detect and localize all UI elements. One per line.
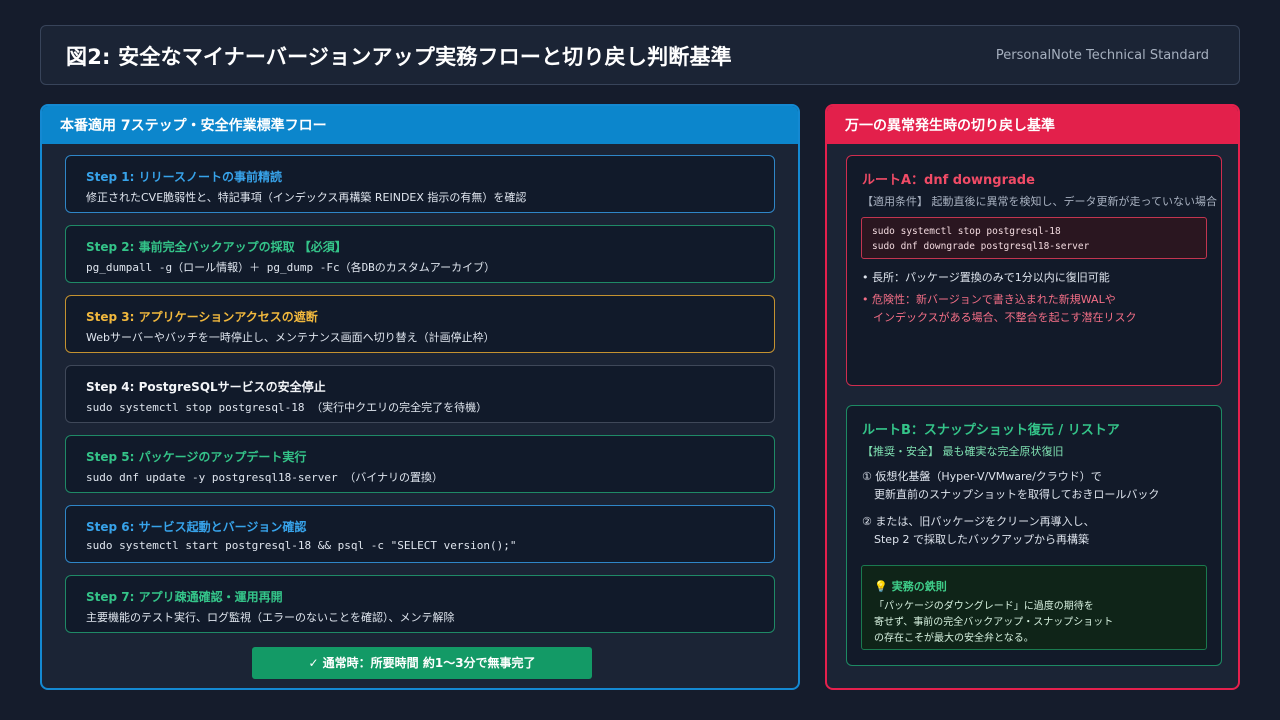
code-line-1: sudo systemctl stop postgresql-18: [872, 226, 1061, 237]
flow-panel-title: 本番適用 7ステップ・安全作業標準フロー: [42, 106, 798, 144]
step-1-card: Step 1: リリースノートの事前精読 修正されたCVE脆弱性と、特記事項（イ…: [65, 155, 775, 213]
step-7-title: Step 7: アプリ疎通確認・運用再開: [86, 590, 283, 604]
standard-flow-panel: 本番適用 7ステップ・安全作業標準フロー Step 1: リリースノートの事前精…: [40, 104, 800, 690]
route-a-risk-line-1: • 危険性：新バージョンで書き込まれた新規WALや: [862, 293, 1116, 306]
route-b-card: ルートB：スナップショット復元 / リストア 【推奨・安全】 最も確実な完全原状…: [846, 405, 1222, 666]
route-a-risk: • 危険性：新バージョンで書き込まれた新規WALや インデックスがある場合、不整…: [862, 291, 1136, 327]
route-a-title: ルートA：dnf downgrade: [862, 173, 1035, 188]
step-5-card: Step 5: パッケージのアップデート実行 sudo dnf update -…: [65, 435, 775, 493]
route-b-option-2-line-2: Step 2 で採取したバックアップから再構築: [874, 533, 1090, 546]
practice-rule-line-1: 「パッケージのダウングレード」に過度の期待を: [874, 601, 1094, 612]
step-6-desc: sudo systemctl start postgresql-18 && ps…: [86, 539, 517, 552]
step-6-title: Step 6: サービス起動とバージョン確認: [86, 520, 307, 534]
step-7-card: Step 7: アプリ疎通確認・運用再開 主要機能のテスト実行、ログ監視（エラー…: [65, 575, 775, 633]
practice-rule-line-2: 寄せず、事前の完全バックアップ・スナップショット: [874, 617, 1114, 628]
step-3-desc: Webサーバーやバッチを一時停止し、メンテナンス画面へ切り替え（計画停止枠）: [86, 331, 495, 344]
completion-banner: ✓ 通常時：所要時間 約1〜3分で無事完了: [252, 647, 592, 679]
code-line-2: sudo dnf downgrade postgresql18-server: [872, 241, 1090, 252]
step-2-card: Step 2: 事前完全バックアップの採取 【必須】 pg_dumpall -g…: [65, 225, 775, 283]
step-2-desc: pg_dumpall -g（ロール情報）＋ pg_dump -Fc（各DBのカス…: [86, 261, 496, 274]
practice-rule-body: 「パッケージのダウングレード」に過度の期待を 寄せず、事前の完全バックアップ・ス…: [874, 599, 1113, 647]
rollback-panel-title: 万一の異常発生時の切り戻し基準: [827, 106, 1238, 144]
route-b-condition: 【推奨・安全】 最も確実な完全原状復旧: [862, 445, 1064, 458]
route-a-risk-line-2: インデックスがある場合、不整合を起こす潜在リスク: [873, 311, 1137, 324]
brand-label: PersonalNote Technical Standard: [995, 48, 1209, 63]
step-1-title: Step 1: リリースノートの事前精読: [86, 170, 283, 184]
figure-header: 図2: 安全なマイナーバージョンアップ実務フローと切り戻し判断基準 Person…: [40, 25, 1240, 85]
step-5-desc: sudo dnf update -y postgresql18-server （…: [86, 471, 444, 484]
route-a-card: ルートA：dnf downgrade 【適用条件】 起動直後に異常を検知し、デー…: [846, 155, 1222, 386]
step-3-title: Step 3: アプリケーションアクセスの遮断: [86, 310, 318, 324]
figure-title: 図2: 安全なマイナーバージョンアップ実務フローと切り戻し判断基準: [66, 45, 732, 69]
step-4-card: Step 4: PostgreSQLサービスの安全停止 sudo systemc…: [65, 365, 775, 423]
step-4-desc: sudo systemctl stop postgresql-18 （実行中クエ…: [86, 401, 488, 414]
step-6-card: Step 6: サービス起動とバージョン確認 sudo systemctl st…: [65, 505, 775, 563]
route-b-option-2-line-1: ② または、旧パッケージをクリーン再導入し、: [862, 515, 1095, 528]
practice-rule-title: 💡 実務の鉄則: [874, 578, 947, 594]
route-b-option-1-line-2: 更新直前のスナップショットを取得しておきロールバック: [874, 488, 1160, 501]
route-a-condition: 【適用条件】 起動直後に異常を検知し、データ更新が走っていない場合: [862, 195, 1217, 208]
route-b-title: ルートB：スナップショット復元 / リストア: [862, 423, 1120, 438]
practice-rule-box: 💡 実務の鉄則 「パッケージのダウングレード」に過度の期待を 寄せず、事前の完全バ…: [861, 565, 1207, 650]
step-2-title: Step 2: 事前完全バックアップの採取 【必須】: [86, 240, 347, 254]
step-4-title: Step 4: PostgreSQLサービスの安全停止: [86, 380, 326, 394]
practice-rule-label: 実務の鉄則: [891, 580, 947, 593]
step-1-desc: 修正されたCVE脆弱性と、特記事項（インデックス再構築 REINDEX 指示の有…: [86, 191, 527, 204]
step-7-desc: 主要機能のテスト実行、ログ監視（エラーのないことを確認）、メンテ解除: [86, 611, 455, 624]
step-3-card: Step 3: アプリケーションアクセスの遮断 Webサーバーやバッチを一時停止…: [65, 295, 775, 353]
route-a-advantage: • 長所：パッケージ置換のみで1分以内に復旧可能: [862, 271, 1110, 284]
practice-rule-line-3: の存在こそが最大の安全弁となる。: [874, 633, 1034, 644]
lightbulb-icon: 💡: [874, 580, 888, 593]
route-a-code-block: sudo systemctl stop postgresql-18 sudo d…: [861, 217, 1207, 259]
route-b-option-1-line-1: ① 仮想化基盤（Hyper-V/VMware/クラウド）で: [862, 470, 1102, 483]
rollback-criteria-panel: 万一の異常発生時の切り戻し基準 ルートA：dnf downgrade 【適用条件…: [825, 104, 1240, 690]
step-5-title: Step 5: パッケージのアップデート実行: [86, 450, 307, 464]
